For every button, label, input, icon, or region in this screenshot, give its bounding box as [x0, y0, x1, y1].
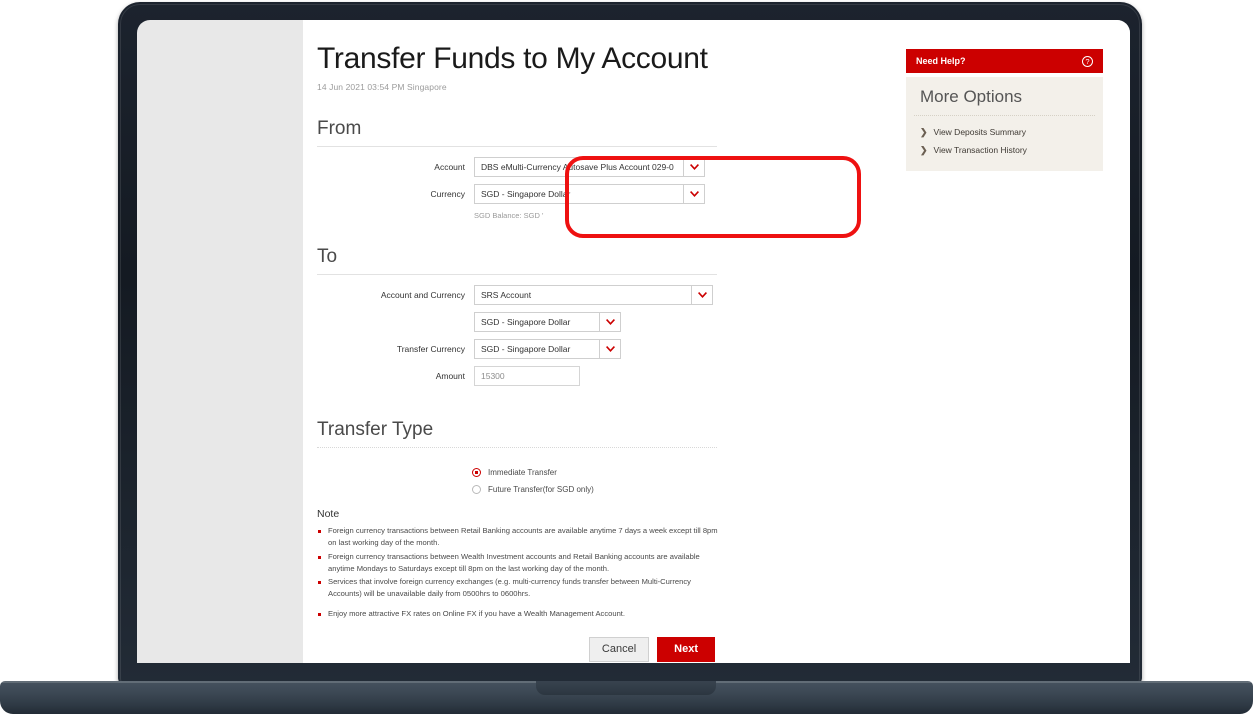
chevron-down-icon[interactable] — [600, 339, 621, 359]
sidebar-link-transaction-history[interactable]: ❯ View Transaction History — [906, 141, 1103, 159]
from-currency-select[interactable]: SGD - Singapore Dollar — [474, 184, 705, 204]
laptop-base-notch — [536, 681, 716, 695]
transfer-type-radio-group: Immediate Transfer Future Transfer(for S… — [317, 458, 737, 494]
note-list: Foreign currency transactions between Re… — [317, 525, 737, 620]
radio-unselected-icon[interactable] — [472, 485, 481, 494]
radio-selected-icon[interactable] — [472, 468, 481, 477]
section-heading-to: To — [317, 246, 338, 267]
section-heading-from: From — [317, 118, 362, 139]
note-item: Services that involve foreign currency e… — [317, 576, 720, 601]
page-title: Transfer Funds to My Account — [317, 42, 708, 75]
sidebar-link-label: View Transaction History — [933, 145, 1027, 155]
chevron-right-icon: ❯ — [920, 144, 928, 155]
section-divider-to — [317, 274, 717, 275]
more-options-panel: More Options ❯ View Deposits Summary ❯ V… — [906, 77, 1103, 171]
radio-future-transfer[interactable]: Future Transfer(for SGD only) — [472, 485, 737, 494]
from-currency-value: SGD - Singapore Dollar — [474, 184, 684, 204]
laptop-screen: Transfer Funds to My Account 14 Jun 2021… — [137, 20, 1130, 663]
from-currency-row: Currency SGD - Singapore Dollar — [317, 184, 737, 204]
section-divider-transfer-type — [317, 447, 717, 448]
radio-label-future: Future Transfer(for SGD only) — [488, 485, 594, 494]
from-currency-label: Currency — [430, 189, 465, 199]
amount-row: Amount — [317, 366, 737, 386]
note-item: Foreign currency transactions between We… — [317, 551, 720, 576]
amount-input[interactable] — [474, 366, 580, 386]
amount-label: Amount — [435, 371, 465, 381]
chevron-down-icon[interactable] — [684, 184, 705, 204]
chevron-down-icon[interactable] — [600, 312, 621, 332]
from-account-value: DBS eMulti-Currency Autosave Plus Accoun… — [474, 157, 684, 177]
form-actions: Cancel Next — [317, 621, 715, 663]
more-options-title: More Options — [920, 87, 1023, 106]
need-help-bar[interactable]: Need Help? ? — [906, 49, 1103, 73]
radio-label-immediate: Immediate Transfer — [488, 468, 557, 477]
cancel-button[interactable]: Cancel — [588, 637, 650, 663]
need-help-label: Need Help? — [916, 56, 966, 66]
to-account-value: SRS Account — [474, 285, 692, 305]
radio-immediate-transfer[interactable]: Immediate Transfer — [472, 468, 737, 477]
section-heading-transfer-type: Transfer Type — [317, 419, 434, 440]
sidebar-link-deposits-summary[interactable]: ❯ View Deposits Summary — [906, 123, 1103, 141]
page-timestamp: 14 Jun 2021 03:54 PM Singapore — [317, 82, 447, 92]
browser-page: Transfer Funds to My Account 14 Jun 2021… — [303, 20, 1130, 663]
section-divider-from — [317, 146, 717, 147]
to-account-select[interactable]: SRS Account — [474, 285, 713, 305]
chevron-down-icon[interactable] — [692, 285, 713, 305]
from-balance-note: SGD Balance: SGD ' — [474, 211, 544, 220]
to-account-label: Account and Currency — [380, 290, 465, 300]
laptop-mockup: Transfer Funds to My Account 14 Jun 2021… — [0, 0, 1253, 720]
next-button[interactable]: Next — [657, 637, 715, 663]
transfer-currency-select[interactable]: SGD - Singapore Dollar — [474, 339, 621, 359]
to-account-currency-row: SGD - Singapore Dollar — [317, 312, 737, 332]
note-heading: Note — [317, 508, 340, 520]
to-account-row: Account and Currency SRS Account — [317, 285, 737, 305]
from-account-row: Account DBS eMulti-Currency Autosave Plu… — [317, 157, 737, 177]
note-item: Enjoy more attractive FX rates on Online… — [317, 608, 720, 620]
from-account-label: Account — [434, 162, 465, 172]
transfer-currency-row: Transfer Currency SGD - Singapore Dollar — [317, 339, 737, 359]
question-mark-circle-icon[interactable]: ? — [1082, 55, 1093, 67]
note-item: Foreign currency transactions between Re… — [317, 525, 720, 550]
main-content-column: Transfer Funds to My Account 14 Jun 2021… — [317, 20, 737, 663]
chevron-down-icon[interactable] — [684, 157, 705, 177]
sidebar-link-label: View Deposits Summary — [933, 127, 1026, 137]
to-account-currency-select[interactable]: SGD - Singapore Dollar — [474, 312, 621, 332]
to-account-currency-value: SGD - Singapore Dollar — [474, 312, 600, 332]
more-options-divider — [914, 115, 1095, 116]
transfer-currency-value: SGD - Singapore Dollar — [474, 339, 600, 359]
transfer-currency-label: Transfer Currency — [396, 344, 465, 354]
from-account-select[interactable]: DBS eMulti-Currency Autosave Plus Accoun… — [474, 157, 705, 177]
chevron-right-icon: ❯ — [920, 126, 928, 137]
